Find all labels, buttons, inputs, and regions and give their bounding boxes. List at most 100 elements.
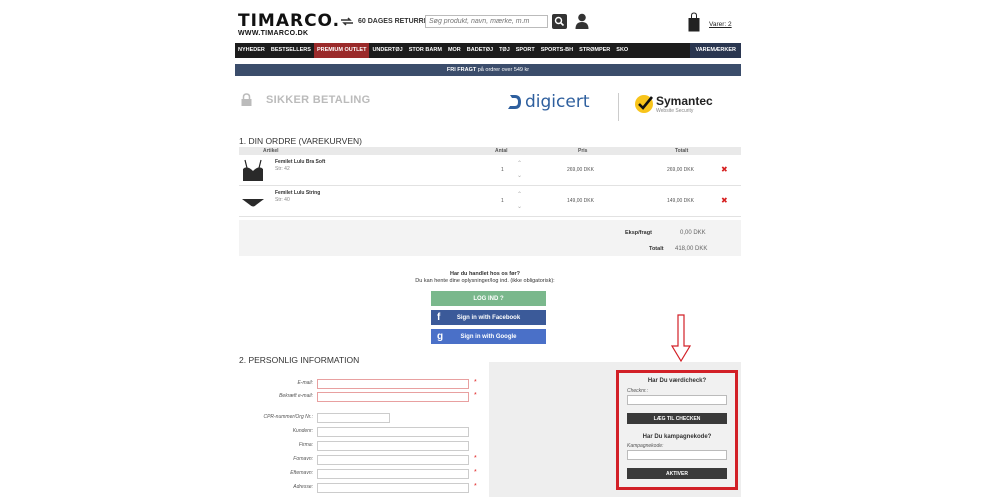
- customer-number-field[interactable]: [317, 427, 469, 437]
- total-value: 418,00 DKK: [675, 246, 708, 252]
- product-name[interactable]: Femilet Lulu Bra Soft: [275, 159, 325, 165]
- col-article: Artikel: [263, 148, 279, 154]
- first-name-field[interactable]: [317, 455, 469, 465]
- voucher-input[interactable]: [627, 395, 727, 405]
- returning-customer-question: Har du handlet hos os før?: [450, 271, 520, 277]
- order-table-header: Artikel Antal Pris Totalt: [239, 147, 741, 155]
- add-voucher-button[interactable]: LÆG TIL CHECKEN: [627, 413, 727, 424]
- qty-down-icon[interactable]: ⌄: [517, 172, 522, 179]
- nav-item-sko[interactable]: SKO: [613, 43, 631, 58]
- nav-item-badetoj[interactable]: BADETØJ: [464, 43, 496, 58]
- quantity-value: 1: [501, 198, 504, 204]
- digicert-text: digicert: [525, 92, 590, 112]
- banner-bold: FRI FRAGT: [446, 67, 477, 73]
- returns-info: 60 DAGES RETURRET: [340, 17, 433, 26]
- shipping-label: Eksp/fragt: [625, 230, 652, 236]
- nav-item-stor-barm[interactable]: STOR BARM: [406, 43, 445, 58]
- unit-price: 269,00 DKK: [567, 167, 594, 173]
- product-image-string[interactable]: [242, 190, 264, 214]
- facebook-signin-label: Sign in with Facebook: [456, 314, 521, 321]
- remove-item-icon[interactable]: ✖: [721, 165, 728, 174]
- seal-divider: [618, 93, 619, 121]
- nav-item-mor[interactable]: MOR: [445, 43, 464, 58]
- google-icon: g: [437, 331, 444, 342]
- symantec-check-icon: [635, 95, 654, 113]
- nav-item-strompe[interactable]: STRØMPER: [576, 43, 613, 58]
- timarco-logo[interactable]: TIMARCO. WWW.TIMARCO.DK: [238, 12, 339, 44]
- total-label: Totalt: [649, 246, 664, 252]
- campaign-label: Kampagnekode:: [627, 443, 664, 449]
- company-label: Firma:: [298, 442, 313, 448]
- campaign-input[interactable]: [627, 450, 727, 460]
- order-section-title: 1. DIN ORDRE (VAREKURVEN): [239, 136, 362, 146]
- qty-up-icon[interactable]: ⌃: [517, 191, 522, 198]
- product-size: Str: 40: [275, 197, 290, 203]
- required-marker: *: [474, 392, 477, 399]
- order-row: Femilet Lulu Bra Soft Str: 42 1 ⌃ ⌄ 269,…: [239, 156, 741, 186]
- returns-arrows-icon: [341, 17, 353, 26]
- google-signin-button[interactable]: g Sign in with Google: [431, 329, 546, 344]
- symantec-subtitle: Website Security: [656, 108, 694, 114]
- login-button[interactable]: LOG IND ?: [431, 291, 546, 306]
- activate-campaign-button[interactable]: AKTIVER: [627, 468, 727, 479]
- line-total: 149,00 DKK: [667, 198, 694, 204]
- confirm-email-label: Bekræft e-mail:: [279, 393, 313, 399]
- digicert-logo-icon: [508, 95, 521, 109]
- confirm-email-field[interactable]: [317, 392, 469, 402]
- first-name-label: Fornavn:: [293, 456, 313, 462]
- last-name-field[interactable]: [317, 469, 469, 479]
- customer-number-label: Kundenr:: [292, 428, 313, 434]
- main-nav: NYHEDER BESTSELLERS PREMIUM OUTLET UNDER…: [235, 43, 741, 58]
- search-icon: [554, 16, 565, 27]
- company-field[interactable]: [317, 441, 469, 451]
- shopping-bag-icon[interactable]: [688, 12, 700, 32]
- checkout-page: TIMARCO. WWW.TIMARCO.DK 60 DAGES RETURRE…: [235, 8, 741, 500]
- product-image-bra[interactable]: [242, 159, 264, 183]
- facebook-signin-button[interactable]: f Sign in with Facebook: [431, 310, 546, 325]
- required-marker: *: [474, 379, 477, 386]
- banner-text: på ordrer over 549 kr: [476, 67, 530, 73]
- remove-item-icon[interactable]: ✖: [721, 196, 728, 205]
- nav-item-varemaerker[interactable]: VAREMÆRKER: [690, 43, 741, 58]
- qty-down-icon[interactable]: ⌄: [517, 203, 522, 210]
- lock-icon: [241, 93, 252, 106]
- qty-up-icon[interactable]: ⌃: [517, 160, 522, 167]
- col-total: Totalt: [675, 148, 689, 154]
- last-name-label: Efternavn:: [290, 470, 313, 476]
- email-field[interactable]: [317, 379, 469, 389]
- order-row: Femilet Lulu String Str: 40 1 ⌃ ⌄ 149,00…: [239, 187, 741, 217]
- facebook-icon: f: [437, 312, 441, 323]
- col-qty: Antal: [495, 148, 508, 154]
- address-field[interactable]: [317, 483, 469, 493]
- personal-section-title: 2. PERSONLIG INFORMATION: [239, 355, 360, 365]
- nav-item-bestsellers[interactable]: BESTSELLERS: [268, 43, 314, 58]
- symantec-seal: Symantec Website Security: [634, 94, 713, 114]
- search-input[interactable]: [425, 15, 548, 28]
- voucher-label: Checknr.:: [627, 388, 649, 394]
- free-shipping-banner: FRI FRAGT på ordrer over 549 kr: [235, 64, 741, 76]
- col-price: Pris: [578, 148, 588, 154]
- google-signin-label: Sign in with Google: [460, 333, 517, 340]
- nav-item-nyheder[interactable]: NYHEDER: [235, 43, 268, 58]
- cpr-field[interactable]: [317, 413, 390, 423]
- user-icon[interactable]: [575, 13, 589, 29]
- search-button[interactable]: [552, 14, 567, 29]
- logo-subtitle: WWW.TIMARCO.DK: [238, 30, 309, 37]
- login-subtext: Du kan hente dine oplysninger/log ind. (…: [415, 278, 555, 284]
- returns-label: 60 DAGES RETURRET: [358, 18, 433, 25]
- product-size: Str: 42: [275, 166, 290, 172]
- nav-item-undertoj[interactable]: UNDERTØJ: [369, 43, 405, 58]
- shipping-value: 0,00 DKK: [680, 230, 706, 236]
- cart-link[interactable]: Varer: 2: [709, 21, 732, 28]
- nav-item-sport[interactable]: SPORT: [513, 43, 538, 58]
- nav-item-sports-bh[interactable]: SPORTS-BH: [538, 43, 576, 58]
- nav-item-premium-outlet[interactable]: PREMIUM OUTLET: [313, 43, 370, 58]
- address-label: Adresse:: [293, 484, 313, 490]
- email-label: E-mail:: [297, 380, 313, 386]
- product-name[interactable]: Femilet Lulu String: [275, 190, 320, 196]
- campaign-title: Har Du kampagnekode?: [642, 434, 712, 440]
- order-totals: Eksp/fragt 0,00 DKK Totalt 418,00 DKK: [239, 220, 741, 256]
- nav-item-toj[interactable]: TØJ: [496, 43, 513, 58]
- cpr-label: CPR-nummer/Org Nr.:: [263, 414, 313, 420]
- arrow-down-icon: [671, 314, 691, 362]
